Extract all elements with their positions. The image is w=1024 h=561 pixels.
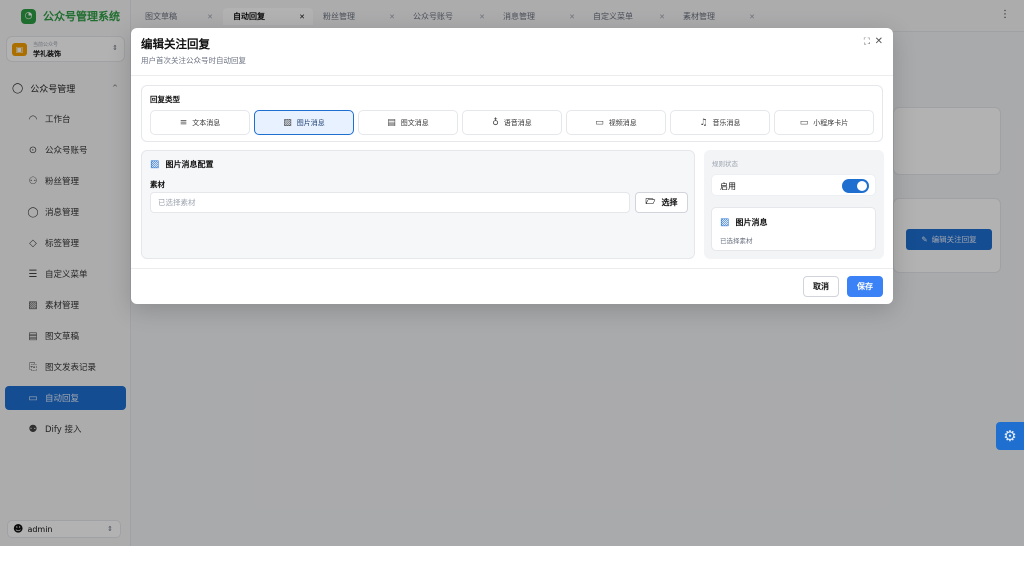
fullscreen-icon[interactable]: ⛶: [864, 37, 870, 47]
reply-type-label-text: 图文消息: [400, 118, 429, 127]
rule-status-heading: 规则状态: [712, 160, 738, 168]
reply-type-label-text: 图片消息: [296, 118, 325, 127]
dialog-title: 编辑关注回复: [141, 37, 210, 51]
reply-type-miniprogram-button[interactable]: ▭ 小程序卡片: [774, 110, 874, 135]
video-icon: ▭: [595, 117, 604, 128]
reply-type-voice-button[interactable]: ♁ 语音消息: [462, 110, 562, 135]
enable-toggle[interactable]: [842, 179, 869, 193]
config-title: ▨ 图片消息配置: [150, 159, 213, 170]
reply-type-label-text: 视频消息: [608, 118, 637, 127]
close-icon[interactable]: ✕: [875, 36, 883, 47]
edit-follow-reply-dialog: 编辑关注回复 用户首次关注公众号时自动回复 ⛶ ✕ 回复类型 ≡ 文本消息 ▨ …: [131, 28, 893, 304]
material-field[interactable]: 已选择素材: [150, 192, 630, 213]
reply-type-label-text: 音乐消息: [712, 118, 741, 127]
image-icon: ▨: [150, 159, 160, 170]
preview-card-title: ▨ 图片消息: [720, 217, 767, 228]
cancel-button[interactable]: 取消: [803, 276, 839, 297]
image-icon: ▨: [720, 217, 730, 228]
toggle-knob: [857, 181, 867, 191]
preview-card-sub: 已选择素材: [720, 237, 753, 245]
enable-row: 启用: [711, 174, 876, 196]
card-icon: ▭: [799, 117, 809, 128]
reply-type-section: 回复类型 ≡ 文本消息 ▨ 图片消息 ▤ 图文消息 ♁ 语音消息 ▭ 视频消息: [141, 85, 883, 142]
dialog-subtitle: 用户首次关注公众号时自动回复: [141, 56, 246, 65]
music-icon: ♫: [699, 117, 708, 128]
select-material-label: 选择: [661, 198, 678, 207]
image-config-panel: ▨ 图片消息配置 素材 已选择素材 🗁 选择: [141, 150, 695, 259]
preview-card: ▨ 图片消息 已选择素材: [711, 207, 876, 251]
select-material-button[interactable]: 🗁 选择: [635, 192, 688, 213]
reply-type-label: 回复类型: [150, 95, 180, 104]
divider: [131, 268, 893, 269]
reply-type-text-button[interactable]: ≡ 文本消息: [150, 110, 250, 135]
reply-type-video-button[interactable]: ▭ 视频消息: [566, 110, 666, 135]
news-icon: ▤: [387, 117, 396, 128]
config-title-text: 图片消息配置: [165, 160, 214, 169]
mic-icon: ♁: [492, 117, 499, 128]
reply-type-news-button[interactable]: ▤ 图文消息: [358, 110, 458, 135]
app-root: ◔ 公众号管理系统 ▣ 当前公众号 学礼装饰 ⇕ ◯ 公众号管理 ^ ◠ 工作台…: [0, 0, 1024, 546]
settings-gear-icon[interactable]: ⚙: [996, 422, 1024, 450]
reply-type-label-text: 小程序卡片: [813, 118, 849, 127]
save-button[interactable]: 保存: [847, 276, 883, 297]
divider: [131, 75, 893, 76]
reply-type-label-text: 语音消息: [503, 118, 532, 127]
text-icon: ≡: [179, 117, 188, 128]
reply-type-music-button[interactable]: ♫ 音乐消息: [670, 110, 770, 135]
image-icon: ▨: [283, 117, 292, 128]
reply-type-label-text: 文本消息: [192, 118, 221, 127]
enable-label: 启用: [720, 182, 736, 191]
reply-type-image-button[interactable]: ▨ 图片消息: [254, 110, 354, 135]
rule-status-panel: 规则状态 启用 ▨ 图片消息 已选择素材: [704, 150, 884, 259]
material-label: 素材: [150, 180, 165, 189]
preview-card-title-text: 图片消息: [735, 218, 768, 227]
folder-open-icon: 🗁: [645, 196, 656, 206]
